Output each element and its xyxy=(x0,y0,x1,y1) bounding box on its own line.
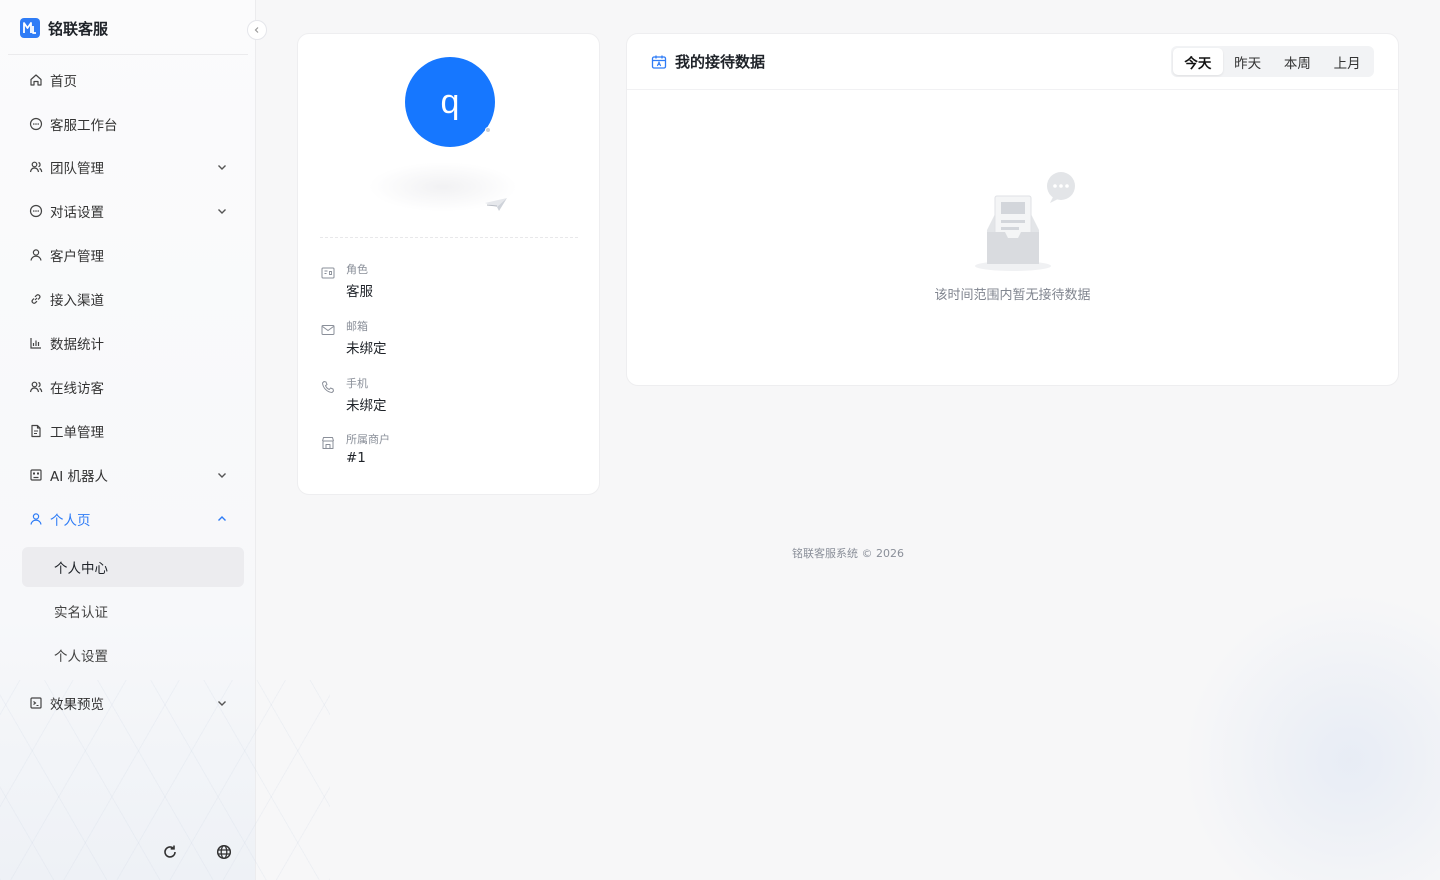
field-label: 手机 xyxy=(346,377,368,390)
field-value: 未绑定 xyxy=(346,341,387,357)
sidebar-item-label: 客服工作台 xyxy=(50,118,118,134)
empty-state-text: 该时间范围内暂无接待数据 xyxy=(934,288,1091,303)
field-label: 所属商户 xyxy=(346,433,390,446)
refresh-icon[interactable] xyxy=(160,842,180,862)
visitors-icon xyxy=(28,379,44,395)
sidebar-subitem-verification[interactable]: 实名认证 xyxy=(22,591,244,631)
team-icon xyxy=(28,159,44,175)
mail-icon xyxy=(320,322,336,338)
field-value: 未绑定 xyxy=(346,398,387,414)
sidebar-item-label: AI 机器人 xyxy=(50,469,109,485)
sidebar-item-label: 首页 xyxy=(50,74,77,90)
bar-chart-icon xyxy=(28,335,44,351)
phone-icon xyxy=(320,379,336,395)
sidebar-subitem-label: 个人设置 xyxy=(54,649,108,665)
chat-icon xyxy=(28,116,44,132)
empty-inbox-illustration xyxy=(975,172,1075,271)
sidebar-item-dialog-settings[interactable]: 对话设置 xyxy=(8,191,244,231)
brand[interactable]: 铭联客服 xyxy=(20,16,108,40)
avatar-letter: q xyxy=(440,82,460,121)
status-dot xyxy=(485,127,491,133)
link-icon xyxy=(28,291,44,307)
home-icon xyxy=(28,72,44,88)
sidebar-subitem-personal-center[interactable]: 个人中心 xyxy=(22,547,244,587)
period-last-month-button[interactable]: 上月 xyxy=(1322,48,1372,75)
sidebar-item-preview[interactable]: 效果预览 xyxy=(8,683,244,723)
card-header: 我的接待数据 今天 昨天 本周 上月 xyxy=(627,34,1398,90)
brand-name: 铭联客服 xyxy=(48,19,109,38)
field-value: #1 xyxy=(346,450,366,466)
field-label: 角色 xyxy=(346,263,368,276)
field-label: 邮箱 xyxy=(346,320,368,333)
background-glow xyxy=(1140,580,1440,880)
sidebar-item-workbench[interactable]: 客服工作台 xyxy=(8,104,244,144)
sidebar-item-personal[interactable]: 个人页 xyxy=(8,499,244,539)
chevron-left-icon xyxy=(254,27,259,33)
calendar-icon xyxy=(651,55,667,69)
sidebar-item-visitors[interactable]: 在线访客 xyxy=(8,367,244,407)
sidebar-item-label: 客户管理 xyxy=(50,249,104,265)
user-icon xyxy=(28,511,44,527)
robot-icon xyxy=(28,467,44,483)
sidebar-item-label: 效果预览 xyxy=(50,697,104,713)
profile-divider xyxy=(320,237,578,238)
period-yesterday-button[interactable]: 昨天 xyxy=(1223,48,1273,75)
sidebar-item-channels[interactable]: 接入渠道 xyxy=(8,279,244,319)
field-email: 邮箱 未绑定 xyxy=(320,318,580,362)
globe-icon[interactable] xyxy=(214,842,234,862)
ticket-icon xyxy=(28,423,44,439)
sidebar-item-label: 个人页 xyxy=(50,513,91,529)
period-today-button[interactable]: 今天 xyxy=(1173,48,1223,75)
store-icon xyxy=(320,435,336,451)
sidebar-item-label: 团队管理 xyxy=(50,161,104,177)
chevron-down-icon xyxy=(218,473,226,478)
profile-card: q 角色 客服 邮箱 未绑定 手机 未绑定 所属商户 #1 xyxy=(297,33,600,495)
footer-copyright: 铭联客服系统 © 2026 xyxy=(792,547,904,560)
reception-data-card: 我的接待数据 今天 昨天 本周 上月 该时间范围内暂无接待数据 xyxy=(626,33,1399,386)
sidebar-item-label: 数据统计 xyxy=(50,337,104,353)
chat-settings-icon xyxy=(28,203,44,219)
user-icon xyxy=(28,247,44,263)
role-card-icon xyxy=(320,265,336,281)
field-value: 客服 xyxy=(346,284,373,300)
sidebar-item-tickets[interactable]: 工单管理 xyxy=(8,411,244,451)
sidebar-item-customers[interactable]: 客户管理 xyxy=(8,235,244,275)
period-this-week-button[interactable]: 本周 xyxy=(1273,48,1323,75)
sidebar-item-home[interactable]: 首页 xyxy=(8,60,244,100)
sidebar-subitem-label: 个人中心 xyxy=(54,561,108,577)
field-phone: 手机 未绑定 xyxy=(320,375,580,419)
paper-plane-icon xyxy=(485,198,507,211)
chevron-up-icon xyxy=(218,516,226,521)
chevron-down-icon xyxy=(218,209,226,214)
sidebar-item-ai-robot[interactable]: AI 机器人 xyxy=(8,455,244,495)
field-merchant: 所属商户 #1 xyxy=(320,431,580,475)
sidebar-item-team[interactable]: 团队管理 xyxy=(8,147,244,187)
collapse-sidebar-button[interactable] xyxy=(247,20,267,40)
chevron-down-icon xyxy=(218,701,226,706)
chevron-down-icon xyxy=(218,165,226,170)
field-role: 角色 客服 xyxy=(320,261,580,305)
preview-icon xyxy=(28,695,44,711)
brand-logo-icon xyxy=(20,18,40,38)
sidebar-item-label: 对话设置 xyxy=(50,205,104,221)
sidebar-item-label: 工单管理 xyxy=(50,425,104,441)
sidebar-subitem-personal-settings[interactable]: 个人设置 xyxy=(22,635,244,675)
period-selector: 今天 昨天 本周 上月 xyxy=(1171,46,1374,77)
brand-divider xyxy=(8,54,248,55)
sidebar: 铭联客服 首页 客服工作台 团队管理 对话设置 客户管理 接入渠道 数据统计 在… xyxy=(0,0,330,880)
avatar[interactable]: q xyxy=(405,57,495,147)
sidebar-item-label: 接入渠道 xyxy=(50,293,104,309)
sidebar-subitem-label: 实名认证 xyxy=(54,605,108,621)
sidebar-item-label: 在线访客 xyxy=(50,381,104,397)
sidebar-item-statistics[interactable]: 数据统计 xyxy=(8,323,244,363)
card-title: 我的接待数据 xyxy=(675,53,766,71)
